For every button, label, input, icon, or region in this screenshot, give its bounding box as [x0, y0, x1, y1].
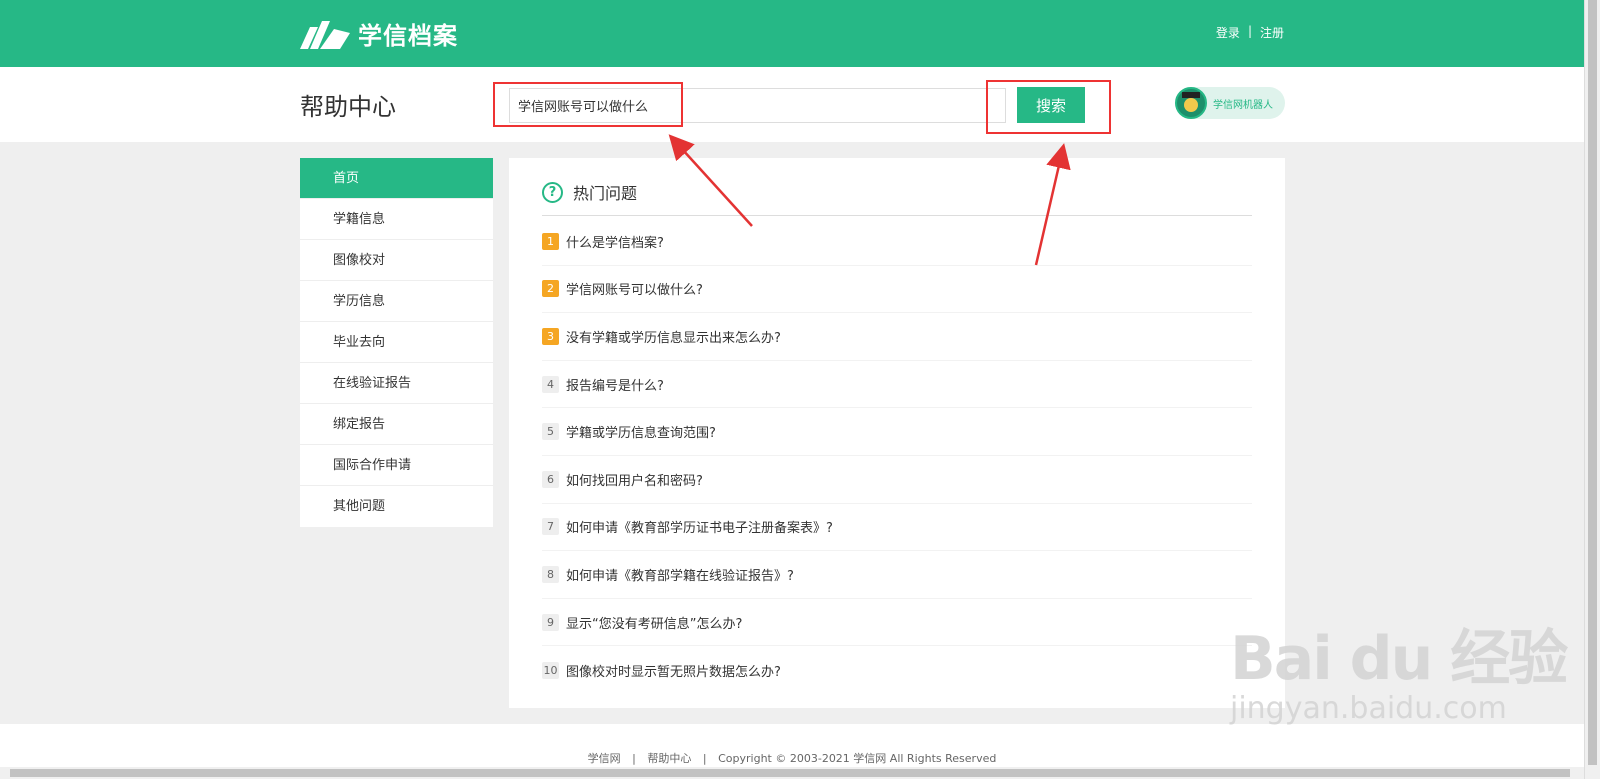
list-item[interactable]: 2 学信网账号可以做什么? — [542, 266, 1252, 314]
sidebar-item-international[interactable]: 国际合作申请 — [300, 445, 493, 486]
rank-badge: 1 — [542, 232, 559, 250]
sidebar-item-student-status[interactable]: 学籍信息 — [300, 199, 493, 240]
list-item[interactable]: 10 图像校对时显示暂无照片数据怎么办? — [542, 646, 1252, 694]
question-link[interactable]: 什么是学信档案? — [566, 232, 664, 251]
footer-link-help[interactable]: 帮助中心 — [647, 752, 691, 765]
copyright: Copyright © 2003-2021 学信网 All Rights Res… — [718, 752, 997, 765]
question-link[interactable]: 如何找回用户名和密码? — [566, 470, 703, 489]
logo-text: 学信档案 — [358, 22, 458, 50]
help-header: 帮助中心 搜索 学信网机器人 — [0, 67, 1584, 142]
list-item[interactable]: 3 没有学籍或学历信息显示出来怎么办? — [542, 313, 1252, 361]
rank-badge: 7 — [542, 518, 559, 536]
list-item[interactable]: 4 报告编号是什么? — [542, 361, 1252, 409]
search-input[interactable] — [509, 88, 1006, 123]
auth-separator: | — [1247, 24, 1252, 38]
rank-badge: 8 — [542, 565, 559, 583]
vertical-scroll-thumb[interactable] — [1588, 0, 1597, 765]
question-link[interactable]: 没有学籍或学历信息显示出来怎么办? — [566, 327, 781, 346]
footer-separator: | — [632, 752, 636, 765]
sidebar-item-education[interactable]: 学历信息 — [300, 281, 493, 322]
sidebar-item-home[interactable]: 首页 — [300, 158, 493, 199]
question-link[interactable]: 如何申请《教育部学籍在线验证报告》? — [566, 565, 794, 584]
question-link[interactable]: 显示“您没有考研信息”怎么办? — [566, 613, 742, 632]
section-title: 热门问题 — [573, 184, 638, 203]
watermark-logo: Bai du 经验 — [1230, 624, 1568, 694]
search-button[interactable]: 搜索 — [1017, 87, 1085, 123]
sidebar-nav: 首页 学籍信息 图像校对 学历信息 毕业去向 在线验证报告 绑定报告 国际合作申… — [300, 158, 493, 527]
logo-icon — [300, 20, 350, 49]
rank-badge: 2 — [542, 280, 559, 298]
page-title: 帮助中心 — [300, 93, 396, 121]
question-list: 1 什么是学信档案? 2 学信网账号可以做什么? 3 没有学籍或学历信息显示出来怎么办… — [542, 218, 1252, 694]
robot-label: 学信网机器人 — [1213, 99, 1273, 111]
site-logo[interactable]: 学信档案 — [300, 16, 458, 51]
horizontal-scroll-thumb[interactable] — [10, 769, 1570, 777]
footer-link-chsi[interactable]: 学信网 — [588, 752, 621, 765]
sidebar-item-graduation[interactable]: 毕业去向 — [300, 322, 493, 363]
divider — [542, 215, 1252, 216]
footer-separator: | — [702, 752, 707, 765]
sidebar-item-other[interactable]: 其他问题 — [300, 486, 493, 527]
list-item[interactable]: 7 如何申请《教育部学历证书电子注册备案表》? — [542, 504, 1252, 552]
robot-avatar-icon — [1175, 87, 1207, 119]
rank-badge: 10 — [542, 661, 559, 679]
rank-badge: 4 — [542, 375, 559, 393]
rank-badge: 5 — [542, 423, 559, 441]
question-link[interactable]: 图像校对时显示暂无照片数据怎么办? — [566, 661, 781, 680]
sidebar-item-online-report[interactable]: 在线验证报告 — [300, 363, 493, 404]
rank-badge: 3 — [542, 327, 559, 345]
list-item[interactable]: 8 如何申请《教育部学籍在线验证报告》? — [542, 551, 1252, 599]
vertical-scrollbar[interactable] — [1584, 0, 1600, 779]
login-link[interactable]: 登录 — [1216, 24, 1240, 41]
question-icon: ? — [542, 181, 563, 203]
register-link[interactable]: 注册 — [1260, 24, 1284, 41]
sidebar-item-bind-report[interactable]: 绑定报告 — [300, 404, 493, 445]
question-link[interactable]: 如何申请《教育部学历证书电子注册备案表》? — [566, 517, 833, 536]
list-item[interactable]: 6 如何找回用户名和密码? — [542, 456, 1252, 504]
question-link[interactable]: 学信网账号可以做什么? — [566, 279, 703, 298]
auth-links: 登录 | 注册 — [1216, 24, 1284, 41]
sidebar-item-image-check[interactable]: 图像校对 — [300, 240, 493, 281]
question-link[interactable]: 报告编号是什么? — [566, 375, 664, 394]
list-item[interactable]: 9 显示“您没有考研信息”怎么办? — [542, 599, 1252, 647]
top-bar: 学信档案 登录 | 注册 — [0, 0, 1584, 67]
rank-badge: 6 — [542, 470, 559, 488]
hot-questions-panel: ? 热门问题 1 什么是学信档案? 2 学信网账号可以做什么? 3 没有学籍或学历信息… — [509, 158, 1285, 708]
footer-text: 学信网 | 帮助中心 | Copyright © 2003-2021 学信网 A… — [0, 750, 1584, 766]
question-link[interactable]: 学籍或学历信息查询范围? — [566, 422, 716, 441]
footer: 学信网 | 帮助中心 | Copyright © 2003-2021 学信网 A… — [0, 724, 1584, 769]
watermark: Bai du 经验 jingyan.baidu.com — [1230, 610, 1568, 726]
horizontal-scrollbar[interactable] — [0, 767, 1584, 779]
robot-assistant-button[interactable]: 学信网机器人 — [1175, 87, 1285, 119]
panel-header: ? 热门问题 — [542, 180, 637, 204]
rank-badge: 9 — [542, 613, 559, 631]
list-item[interactable]: 5 学籍或学历信息查询范围? — [542, 408, 1252, 456]
list-item[interactable]: 1 什么是学信档案? — [542, 218, 1252, 266]
